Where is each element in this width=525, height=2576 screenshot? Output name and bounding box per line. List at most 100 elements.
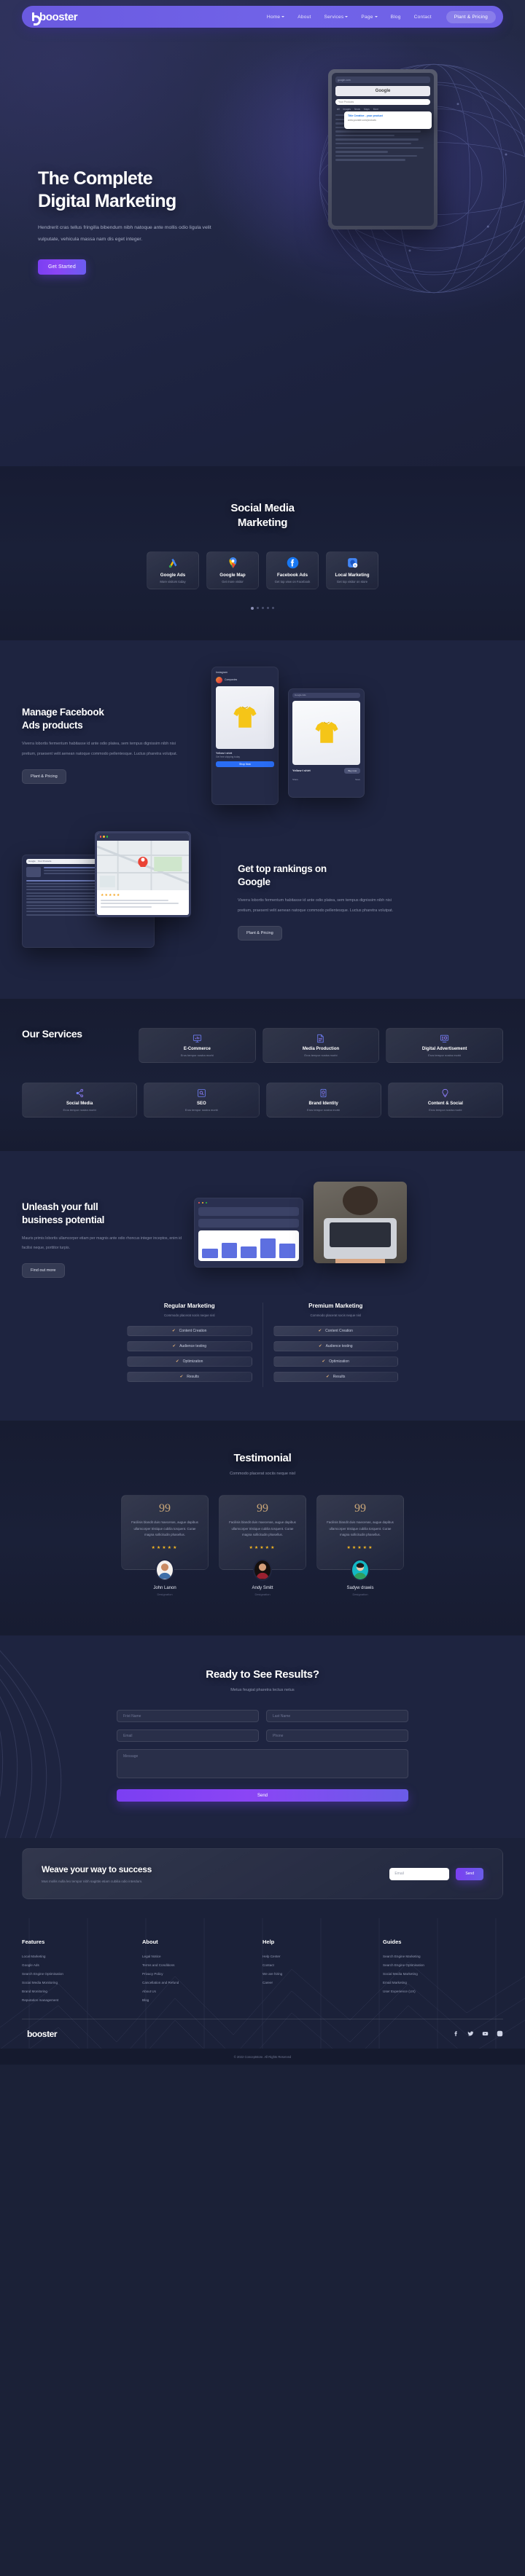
service-card-digital-advertisement[interactable]: Digital Advertisement Eros tempor nostra…	[386, 1027, 503, 1063]
newsletter-send-button[interactable]: Send	[456, 1867, 483, 1880]
facebook-row: Manage Facebook Ads products Viverra lob…	[22, 666, 503, 818]
compare-row[interactable]: ✔ Audience testing	[273, 1340, 398, 1351]
carousel-dot[interactable]	[262, 606, 264, 609]
compare-row[interactable]: ✔ Audience testing	[127, 1340, 252, 1351]
nav-item-services[interactable]: Services	[324, 15, 349, 20]
rating-stars: ★★★★★	[151, 1546, 179, 1551]
shop-save[interactable]: Save	[355, 778, 360, 781]
service-card-content-social[interactable]: Content & Social Eros tempor nostra morb…	[387, 1082, 503, 1118]
compare-row[interactable]: ✔ Optimization	[127, 1356, 252, 1367]
nav-item-home[interactable]: Home	[267, 15, 285, 20]
compare-row[interactable]: ✔ Results	[127, 1371, 252, 1382]
footer-link[interactable]: Search Engine Marketing	[383, 1955, 503, 1958]
footer-link[interactable]: Search Engine Optimisation	[383, 1963, 503, 1967]
card-desc: Get top visitor on store	[336, 580, 368, 584]
footer-link[interactable]: Cancellation and Refund	[142, 1981, 262, 1984]
carousel-dot[interactable]	[267, 606, 269, 609]
hero-title: The Complete Digital Marketing	[38, 168, 286, 212]
footer-link[interactable]: User Experience (UX)	[383, 1990, 503, 1993]
testimonial-card: 99 Facilisis blandit duis maecenas, augu…	[121, 1494, 209, 1582]
device-tab-maps[interactable]: Maps	[364, 108, 370, 111]
nav-item-about[interactable]: About	[298, 15, 311, 20]
instagram-sub: Get free shipping today	[216, 755, 240, 758]
testimonial-role: Designation	[157, 1593, 173, 1597]
footer-logo[interactable]: booster	[22, 2029, 58, 2039]
map-canvas[interactable]	[97, 840, 189, 890]
contact-send-button[interactable]: Send	[117, 1789, 408, 1802]
youtube-icon[interactable]	[482, 2027, 489, 2041]
email-input[interactable]	[117, 1729, 259, 1743]
service-card-seo[interactable]: SEO Eros tempor nostra morbi	[144, 1082, 260, 1118]
service-card-ecommerce[interactable]: E-Commerce Eros tempor nostra morbi	[139, 1027, 256, 1063]
twitter-icon[interactable]	[467, 2027, 474, 2041]
shop-share[interactable]: Share	[292, 778, 298, 781]
card-google-ads[interactable]: Google Ads More visitors today	[147, 551, 199, 589]
footer-link[interactable]: Reputation management	[22, 1998, 142, 2002]
card-facebook-ads[interactable]: Facebook Ads Get top view on Facebook	[266, 551, 319, 589]
footer-link[interactable]: Contact	[262, 1963, 383, 1967]
compare-row[interactable]: ✔ Content Creation	[273, 1325, 398, 1336]
instagram-profile-row: Companies	[216, 676, 274, 683]
nav-item-blog[interactable]: Blog	[391, 15, 401, 20]
footer-link[interactable]: Blog	[142, 1998, 262, 2002]
compare-title: Regular Marketing	[163, 1302, 215, 1309]
booster-mark-icon	[32, 12, 41, 25]
carousel-dot[interactable]	[272, 606, 274, 609]
google-pricing-button[interactable]: Plant & Pricing	[238, 926, 282, 941]
footer-link[interactable]: Terms and Conditions	[142, 1963, 262, 1967]
footer-link[interactable]: Privacy Policy	[142, 1972, 262, 1976]
compare-row[interactable]: ✔ Results	[273, 1371, 398, 1382]
footer-link[interactable]: Google Ads	[22, 1963, 142, 1967]
service-desc: Eros tempor nostra morbi	[180, 1053, 214, 1057]
compare-row[interactable]: ✔ Optimization	[273, 1356, 398, 1367]
card-desc: More visitors today	[160, 580, 186, 584]
phone-input[interactable]	[266, 1729, 408, 1743]
person-head	[343, 1185, 378, 1215]
logo[interactable]: booster	[32, 11, 78, 25]
device-tab-news[interactable]: News	[354, 108, 360, 111]
message-textarea[interactable]	[117, 1749, 408, 1779]
service-card-media-production[interactable]: Media Production Eros tempor nostra morb…	[262, 1027, 380, 1063]
get-started-button[interactable]: Get Started	[38, 259, 86, 275]
device-search-field[interactable]: Your Products	[335, 99, 430, 105]
service-title: Content & Social	[427, 1101, 463, 1106]
nav-pricing-button[interactable]: Plant & Pricing	[446, 10, 496, 23]
device-tab-all[interactable]: All	[337, 108, 340, 111]
instagram-shop-button[interactable]: Shop Now	[216, 761, 274, 767]
first-name-input[interactable]	[117, 1710, 259, 1723]
facebook-icon[interactable]	[453, 2027, 459, 2041]
footer: Features Local Marketing Google Ads Sear…	[0, 1918, 525, 2065]
footer-link[interactable]: Search Engine Optimisation	[22, 1972, 142, 1976]
shop-title: Google Ads	[295, 694, 306, 696]
last-name-input[interactable]	[266, 1710, 408, 1723]
carousel-dot[interactable]	[257, 606, 259, 609]
instagram-icon[interactable]	[497, 2027, 503, 2041]
footer-link[interactable]: Email Marketing	[383, 1981, 503, 1984]
card-google-map[interactable]: Google Map Get more visitor	[206, 551, 259, 589]
footer-link[interactable]: Legal Notice	[142, 1955, 262, 1958]
footer-link[interactable]: Local Marketing	[22, 1955, 142, 1958]
device-tab-more[interactable]: More	[373, 108, 378, 111]
device-tab-images[interactable]: Images	[343, 108, 351, 111]
footer-link[interactable]: We are hiring	[262, 1972, 383, 1976]
result-title: Title Creative - your product	[348, 114, 383, 117]
shop-buy-button[interactable]: Buy now	[344, 767, 360, 774]
dashboard-window-dots	[198, 1201, 299, 1203]
footer-link[interactable]: Career	[262, 1981, 383, 1984]
footer-link[interactable]: Brand Monitoring	[22, 1990, 142, 1993]
footer-link[interactable]: About Us	[142, 1990, 262, 1993]
card-local-marketing[interactable]: G Local Marketing Get top visitor on sto…	[326, 551, 378, 589]
carousel-dot[interactable]	[251, 606, 254, 610]
compare-row[interactable]: ✔ Content Creation	[127, 1325, 252, 1336]
nav-item-contact[interactable]: Contact	[414, 15, 432, 20]
footer-link[interactable]: Social Media Marketing	[383, 1972, 503, 1976]
svg-text:G: G	[354, 563, 356, 567]
newsletter-email-input[interactable]	[389, 1867, 450, 1880]
footer-link[interactable]: Social Media Monitoring	[22, 1981, 142, 1984]
facebook-pricing-button[interactable]: Plant & Pricing	[22, 769, 66, 785]
find-out-more-button[interactable]: Find out more	[22, 1263, 65, 1278]
nav-item-page[interactable]: Page	[361, 15, 378, 20]
footer-link[interactable]: Help Center	[262, 1955, 383, 1958]
service-card-brand-identity[interactable]: Brand Identity Eros tempor nostra morbi	[265, 1082, 381, 1118]
service-card-social-media[interactable]: Social Media Eros tempor nostra morbi	[22, 1082, 138, 1118]
